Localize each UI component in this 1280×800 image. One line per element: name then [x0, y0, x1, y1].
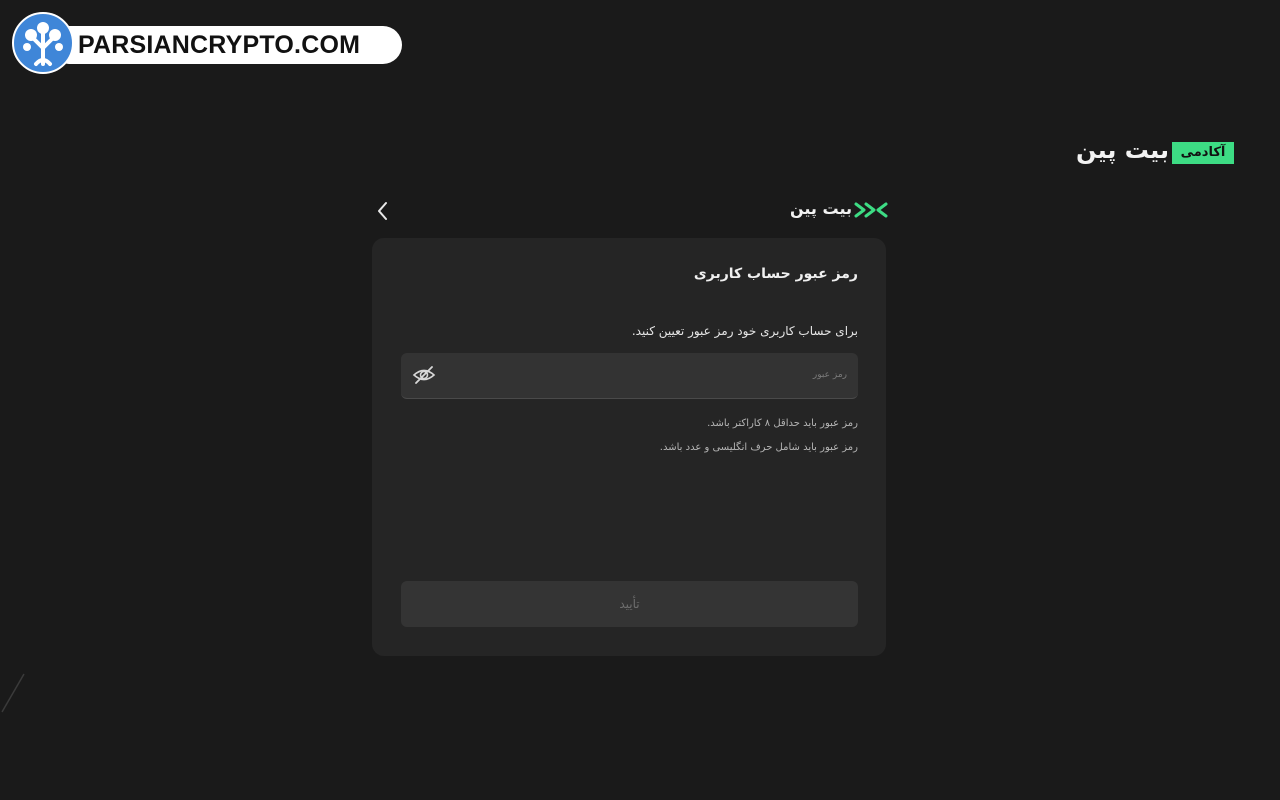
academy-wordmark: بیت پین [1076, 136, 1169, 164]
confirm-button[interactable]: تأیید [401, 581, 858, 627]
decorative-line [0, 672, 26, 714]
academy-badge: آکادمی [1172, 142, 1234, 164]
academy-logo: بیت پین آکادمی [1076, 134, 1236, 168]
password-card: رمز عبور حساب کاربری برای حساب کاربری خو… [372, 238, 886, 656]
password-field[interactable] [401, 353, 858, 399]
password-hint-length: رمز عبور باید حداقل ۸ کاراکتر باشد. [707, 418, 858, 429]
brand-wordmark: بیت پین [790, 199, 852, 218]
watermark-text: PARSIANCRYPTO.COM [78, 31, 361, 59]
card-description: برای حساب کاربری خود رمز عبور تعیین کنید… [631, 324, 858, 338]
tree-logo-icon [12, 12, 74, 74]
eye-off-icon[interactable] [412, 363, 436, 387]
watermark: PARSIANCRYPTO.COM [12, 12, 402, 76]
password-hint-charset: رمز عبور باید شامل حرف انگلیسی و عدد باش… [659, 442, 858, 453]
password-input[interactable] [451, 353, 847, 397]
bitpin-logo-icon [854, 202, 888, 222]
card-title: رمز عبور حساب کاربری [693, 266, 858, 282]
page: PARSIANCRYPTO.COM بیت پین آکادمی بیت پین [0, 0, 1280, 800]
brand-logo: بیت پین [790, 198, 888, 222]
chevron-left-icon[interactable] [372, 198, 394, 224]
